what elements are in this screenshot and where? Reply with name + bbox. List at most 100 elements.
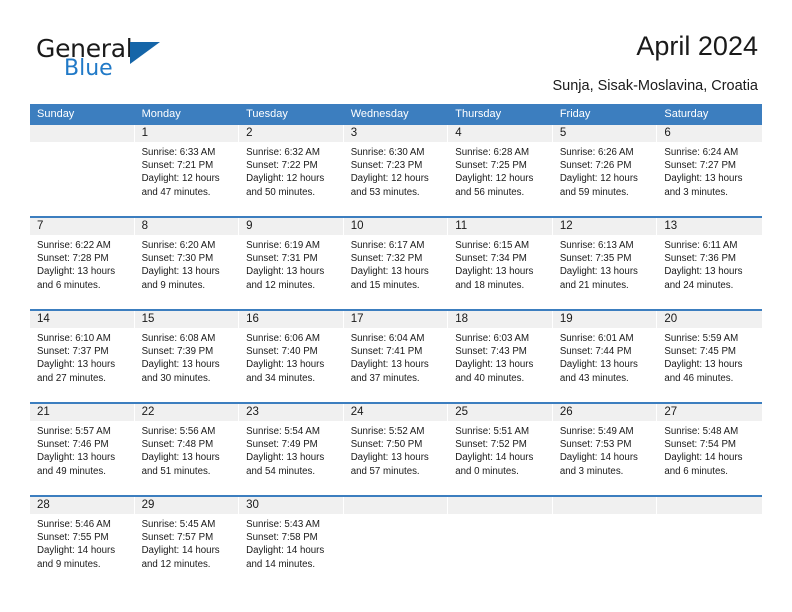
calendar-day-cell[interactable]: 6 Sunrise: 6:24 AM Sunset: 7:27 PM Daylight… <box>657 125 762 216</box>
calendar-day-cell[interactable]: 17 Sunrise: 6:04 AM Sunset: 7:41 PM Dayligh… <box>343 311 449 402</box>
calendar-day-cell[interactable]: 5 Sunrise: 6:26 AM Sunset: 7:26 PM Daylight… <box>552 125 658 216</box>
sunset-text: Sunset: 7:40 PM <box>246 346 318 358</box>
day-number: 6 <box>657 125 762 142</box>
day-sun-info: Sunrise: 6:20 AM Sunset: 7:30 PM Daylight:… <box>135 235 239 292</box>
calendar-day-cell[interactable]: 23 Sunrise: 5:54 AM Sunset: 7:49 PM Dayligh… <box>239 404 344 495</box>
sunrise-text: Sunrise: 6:04 AM <box>350 333 425 344</box>
weekday-header-sunday: Sunday <box>37 108 75 120</box>
calendar-weeks: 1 Sunrise: 6:33 AM Sunset: 7:21 PM Daylight… <box>30 125 762 588</box>
daylight-text: Daylight: 13 hours and 12 minutes. <box>246 266 325 291</box>
sunset-text: Sunset: 7:53 PM <box>559 439 632 451</box>
day-sun-info: Sunrise: 5:56 AM Sunset: 7:48 PM Daylight:… <box>135 421 239 478</box>
calendar-day-cell[interactable]: 14 Sunrise: 6:10 AM Sunset: 7:37 PM Dayligh… <box>30 311 135 402</box>
daylight-text: Daylight: 13 hours and 6 minutes. <box>37 266 116 291</box>
day-sun-info: Sunrise: 5:43 AM Sunset: 7:58 PM Daylight:… <box>239 514 343 571</box>
day-number <box>30 125 134 142</box>
calendar-day-cell[interactable]: 1 Sunrise: 6:33 AM Sunset: 7:21 PM Daylight… <box>134 125 240 216</box>
calendar-day-cell[interactable]: 22 Sunrise: 5:56 AM Sunset: 7:48 PM Dayligh… <box>134 404 240 495</box>
daylight-text: Daylight: 13 hours and 27 minutes. <box>37 359 116 384</box>
brand-logo[interactable]: General Blue <box>36 34 236 84</box>
calendar-day-cell[interactable]: 27 Sunrise: 5:48 AM Sunset: 7:54 PM Dayligh… <box>657 404 762 495</box>
calendar-day-cell[interactable]: 4 Sunrise: 6:28 AM Sunset: 7:25 PM Daylight… <box>448 125 553 216</box>
calendar-day-cell[interactable]: 12 Sunrise: 6:13 AM Sunset: 7:35 PM Dayligh… <box>552 218 658 309</box>
calendar-day-cell[interactable]: 7 Sunrise: 6:22 AM Sunset: 7:28 PM Daylight… <box>30 218 135 309</box>
day-sun-info: Sunrise: 5:52 AM Sunset: 7:50 PM Daylight:… <box>344 421 448 478</box>
sunset-text: Sunset: 7:35 PM <box>559 253 632 265</box>
sunrise-text: Sunrise: 6:01 AM <box>559 333 634 344</box>
day-number: 5 <box>552 125 657 142</box>
daylight-text: Daylight: 13 hours and 21 minutes. <box>559 266 638 291</box>
daylight-text: Daylight: 13 hours and 49 minutes. <box>37 452 116 477</box>
sunset-text: Sunset: 7:23 PM <box>350 160 423 172</box>
sunset-text: Sunset: 7:28 PM <box>37 253 109 265</box>
daylight-text: Daylight: 12 hours and 59 minutes. <box>559 173 638 198</box>
calendar-day-cell[interactable]: 16 Sunrise: 6:06 AM Sunset: 7:40 PM Dayligh… <box>239 311 344 402</box>
sunset-text: Sunset: 7:41 PM <box>350 346 423 358</box>
sunrise-text: Sunrise: 5:45 AM <box>141 519 216 530</box>
sunrise-text: Sunrise: 5:48 AM <box>664 426 739 437</box>
daylight-text: Daylight: 13 hours and 30 minutes. <box>141 359 220 384</box>
calendar-day-cell[interactable]: 9 Sunrise: 6:19 AM Sunset: 7:31 PM Daylight… <box>239 218 344 309</box>
daylight-text: Daylight: 14 hours and 9 minutes. <box>37 545 116 570</box>
day-number: 9 <box>239 218 343 235</box>
day-sun-info: Sunrise: 6:28 AM Sunset: 7:25 PM Daylight:… <box>448 142 552 199</box>
calendar-grid: Sunday Monday Tuesday Wednesday Thursday… <box>30 104 762 588</box>
sunset-text: Sunset: 7:46 PM <box>37 439 109 451</box>
day-sun-info: Sunrise: 5:51 AM Sunset: 7:52 PM Daylight:… <box>448 421 552 478</box>
day-number: 3 <box>343 125 448 142</box>
calendar-day-cell[interactable]: 2 Sunrise: 6:32 AM Sunset: 7:22 PM Daylight… <box>239 125 344 216</box>
sunrise-text: Sunrise: 6:15 AM <box>455 240 530 251</box>
calendar-day-cell[interactable]: 24 Sunrise: 5:52 AM Sunset: 7:50 PM Dayligh… <box>343 404 449 495</box>
sunrise-text: Sunrise: 6:26 AM <box>559 147 634 158</box>
calendar-day-cell[interactable]: 19 Sunrise: 6:01 AM Sunset: 7:44 PM Dayligh… <box>552 311 658 402</box>
sunrise-text: Sunrise: 6:30 AM <box>350 147 425 158</box>
sunrise-text: Sunrise: 5:49 AM <box>559 426 634 437</box>
sunset-text: Sunset: 7:43 PM <box>455 346 527 358</box>
sunrise-text: Sunrise: 6:03 AM <box>455 333 530 344</box>
daylight-text: Daylight: 13 hours and 37 minutes. <box>350 359 429 384</box>
calendar-day-cell[interactable]: 3 Sunrise: 6:30 AM Sunset: 7:23 PM Daylight… <box>343 125 449 216</box>
calendar-day-cell[interactable]: 8 Sunrise: 6:20 AM Sunset: 7:30 PM Daylight… <box>134 218 240 309</box>
day-sun-info: Sunrise: 6:24 AM Sunset: 7:27 PM Daylight:… <box>657 142 762 199</box>
daylight-text: Daylight: 13 hours and 57 minutes. <box>350 452 429 477</box>
daylight-text: Daylight: 14 hours and 3 minutes. <box>559 452 638 477</box>
calendar-day-cell[interactable]: 21 Sunrise: 5:57 AM Sunset: 7:46 PM Dayligh… <box>30 404 135 495</box>
calendar-day-cell[interactable]: 29 Sunrise: 5:45 AM Sunset: 7:57 PM Dayligh… <box>134 497 240 588</box>
day-sun-info: Sunrise: 5:59 AM Sunset: 7:45 PM Daylight:… <box>657 328 762 385</box>
sunrise-text: Sunrise: 5:54 AM <box>246 426 320 437</box>
calendar-day-cell[interactable]: 15 Sunrise: 6:08 AM Sunset: 7:39 PM Dayligh… <box>134 311 240 402</box>
day-number: 4 <box>448 125 552 142</box>
day-sun-info: Sunrise: 6:15 AM Sunset: 7:34 PM Daylight:… <box>448 235 552 292</box>
sunset-text: Sunset: 7:44 PM <box>559 346 632 358</box>
sunset-text: Sunset: 7:25 PM <box>455 160 527 172</box>
day-number: 15 <box>134 311 239 328</box>
sunrise-text: Sunrise: 5:51 AM <box>455 426 530 437</box>
day-number: 25 <box>448 404 552 421</box>
sunrise-text: Sunrise: 6:20 AM <box>141 240 216 251</box>
weekday-header-tuesday: Tuesday <box>246 108 288 120</box>
calendar-day-cell[interactable]: 28 Sunrise: 5:46 AM Sunset: 7:55 PM Dayligh… <box>30 497 135 588</box>
calendar-week-row: 21 Sunrise: 5:57 AM Sunset: 7:46 PM Dayligh… <box>30 402 762 495</box>
calendar-day-cell[interactable]: 13 Sunrise: 6:11 AM Sunset: 7:36 PM Dayligh… <box>657 218 762 309</box>
calendar-day-cell[interactable]: 20 Sunrise: 5:59 AM Sunset: 7:45 PM Dayligh… <box>657 311 762 402</box>
calendar-day-cell-empty <box>657 497 762 588</box>
day-number: 29 <box>134 497 239 514</box>
sunset-text: Sunset: 7:21 PM <box>141 160 214 172</box>
calendar-day-cell[interactable]: 25 Sunrise: 5:51 AM Sunset: 7:52 PM Dayligh… <box>448 404 553 495</box>
daylight-text: Daylight: 13 hours and 9 minutes. <box>141 266 220 291</box>
calendar-day-cell[interactable]: 26 Sunrise: 5:49 AM Sunset: 7:53 PM Dayligh… <box>552 404 658 495</box>
calendar-day-cell[interactable]: 10 Sunrise: 6:17 AM Sunset: 7:32 PM Dayligh… <box>343 218 449 309</box>
daylight-text: Daylight: 12 hours and 56 minutes. <box>455 173 534 198</box>
sunset-text: Sunset: 7:30 PM <box>141 253 214 265</box>
calendar-day-cell-empty <box>448 497 553 588</box>
day-sun-info: Sunrise: 6:19 AM Sunset: 7:31 PM Daylight:… <box>239 235 343 292</box>
daylight-text: Daylight: 13 hours and 43 minutes. <box>559 359 638 384</box>
calendar-day-cell[interactable]: 11 Sunrise: 6:15 AM Sunset: 7:34 PM Dayligh… <box>448 218 553 309</box>
day-number: 28 <box>30 497 134 514</box>
sunrise-text: Sunrise: 5:57 AM <box>37 426 111 437</box>
calendar-day-cell[interactable]: 30 Sunrise: 5:43 AM Sunset: 7:58 PM Dayligh… <box>239 497 344 588</box>
calendar-day-cell[interactable]: 18 Sunrise: 6:03 AM Sunset: 7:43 PM Dayligh… <box>448 311 553 402</box>
page-header: General Blue April 2024 Sunja, Sisak-Mos… <box>0 0 792 100</box>
page-title: April 2024 <box>636 31 758 61</box>
daylight-text: Daylight: 14 hours and 6 minutes. <box>664 452 743 477</box>
